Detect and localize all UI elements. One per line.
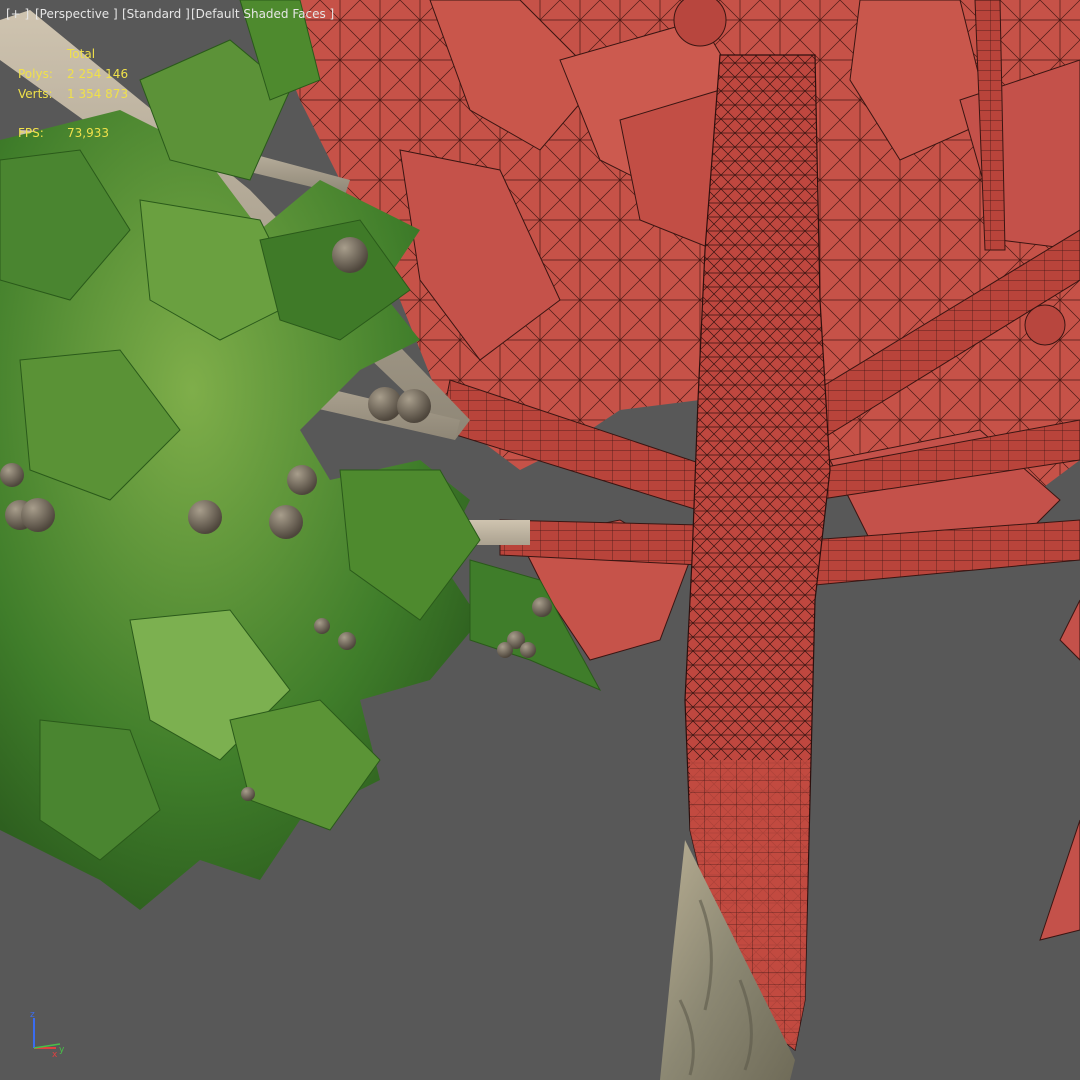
verts-label: Verts: [18, 87, 53, 101]
axis-z-label: z [30, 1010, 35, 1020]
viewport-plus-menu[interactable]: [+ ] [6, 7, 29, 21]
fps-value: 73,933 [67, 126, 109, 140]
polys-value: 2 254 146 [67, 67, 129, 81]
fps-label: FPS: [18, 126, 44, 140]
axis-y-label: y [59, 1045, 65, 1055]
stats-header: Total [67, 47, 96, 61]
viewport-display-menu[interactable]: [Default Shaded Faces ] [191, 7, 334, 21]
3d-viewport[interactable]: [+ ] [Perspective ] [Standard ] [Default… [0, 0, 1080, 1080]
viewport-shading-menu[interactable]: [Standard ] [122, 7, 190, 21]
axis-gizmo-icon: z x y [30, 1010, 65, 1058]
axis-x-label: x [52, 1050, 58, 1058]
viewport-view-menu[interactable]: [Perspective ] [35, 7, 118, 21]
verts-value: 1 354 873 [67, 87, 129, 101]
scene-render[interactable] [0, 0, 1080, 1080]
polys-label: Polys: [18, 67, 53, 81]
